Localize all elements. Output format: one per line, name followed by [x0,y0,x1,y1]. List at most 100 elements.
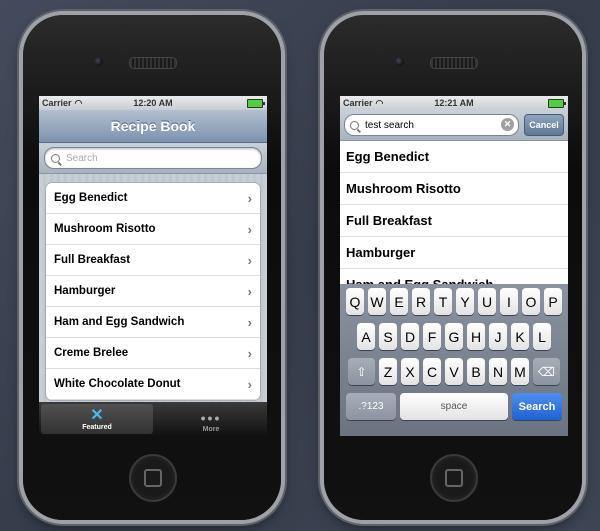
chevron-right-icon: › [247,252,252,268]
key-q[interactable]: Q [346,288,364,315]
chevron-right-icon: › [247,190,252,206]
status-time: 12:21 AM [434,98,474,108]
key-v[interactable]: V [445,358,463,385]
page-title: Recipe Book [110,118,196,134]
search-placeholder: Search [66,152,98,164]
list-item[interactable]: White Chocolate Donut › [46,369,260,400]
key-g[interactable]: G [445,323,463,350]
cancel-button[interactable]: Cancel [524,114,564,136]
key-u[interactable]: U [478,288,496,315]
list-item[interactable]: Creme Brelee › [46,338,260,369]
numbers-key[interactable]: .?123 [346,393,396,420]
key-l[interactable]: L [533,323,551,350]
nav-bar: Recipe Book [39,110,267,143]
key-b[interactable]: B [467,358,485,385]
tab-more[interactable]: ••• More [155,402,267,436]
key-c[interactable]: C [423,358,441,385]
key-h[interactable]: H [467,323,485,350]
list-item[interactable]: Mushroom Risotto › [46,214,260,245]
keyboard-row-1: QWERTYUIOP [342,288,566,315]
search-bar: Search [39,143,267,174]
key-z[interactable]: Z [379,358,397,385]
tab-more-label: More [202,426,220,433]
screen-right: Carrier ◠ 12:21 AM test search ✕ Cancel … [340,96,568,436]
key-a[interactable]: A [357,323,375,350]
clear-icon[interactable]: ✕ [501,118,514,131]
key-e[interactable]: E [390,288,408,315]
key-y[interactable]: Y [456,288,474,315]
list-item[interactable]: Hamburger › [46,276,260,307]
phone-right: Carrier ◠ 12:21 AM test search ✕ Cancel … [324,15,582,520]
recipe-list-container: Egg Benedict › Mushroom Risotto › Full Break… [39,174,267,417]
tab-featured[interactable]: ✕ Featured [41,404,153,434]
key-d[interactable]: D [401,323,419,350]
battery-icon [548,99,566,108]
carrier-label: Carrier [343,98,373,108]
list-item[interactable]: Full Breakfast [340,205,568,237]
keyboard-row-4: .?123 space Search [342,393,566,420]
key-n[interactable]: N [489,358,507,385]
keyboard-row-3: ⇧ ZXCVBNM ⌫ [342,358,566,385]
list-item-label: Hamburger [54,285,116,297]
chevron-right-icon: › [247,221,252,237]
wifi-icon: ◠ [375,97,384,108]
search-key[interactable]: Search [512,393,562,420]
chevron-right-icon: › [247,314,252,330]
search-input[interactable]: test search ✕ [344,114,519,136]
search-results-list: Egg Benedict Mushroom Risotto Full Breakfa… [340,141,568,301]
list-item[interactable]: Egg Benedict [340,141,568,173]
phone-left: Carrier ◠ 12:20 AM Recipe Book Search Eg… [23,15,281,520]
key-s[interactable]: S [379,323,397,350]
list-item-label: Ham and Egg Sandwich [54,316,185,328]
keyboard-row-2: ASDFGHJKL [342,323,566,350]
shift-key[interactable]: ⇧ [348,358,375,385]
search-icon [350,120,359,130]
key-f[interactable]: F [423,323,441,350]
list-item[interactable]: Hamburger [340,237,568,269]
list-item-label: Egg Benedict [54,192,128,204]
wifi-icon: ◠ [74,97,83,108]
search-bar: test search ✕ Cancel [340,110,568,141]
home-button[interactable] [430,454,478,502]
tab-featured-label: Featured [82,424,112,431]
search-input[interactable]: Search [44,147,262,169]
tab-bar: ✕ Featured ••• More [39,402,267,436]
key-k[interactable]: K [511,323,529,350]
key-i[interactable]: I [500,288,518,315]
recipe-list: Egg Benedict › Mushroom Risotto › Full Break… [45,182,261,401]
key-w[interactable]: W [368,288,386,315]
status-bar: Carrier ◠ 12:21 AM [340,96,568,110]
key-x[interactable]: X [401,358,419,385]
screen-left: Carrier ◠ 12:20 AM Recipe Book Search Eg… [39,96,267,436]
list-item-label: Full Breakfast [54,254,131,266]
list-item[interactable]: Full Breakfast › [46,245,260,276]
camera-icon [395,57,404,66]
camera-icon [94,57,103,66]
key-o[interactable]: O [522,288,540,315]
search-value: test search [365,119,414,131]
chevron-right-icon: › [247,345,252,361]
list-item-label: Mushroom Risotto [54,223,156,235]
speaker-grille [129,57,177,69]
battery-icon [247,99,265,108]
delete-key[interactable]: ⌫ [533,358,560,385]
list-item[interactable]: Egg Benedict › [46,183,260,214]
space-key[interactable]: space [400,393,508,420]
key-t[interactable]: T [434,288,452,315]
home-button[interactable] [129,454,177,502]
key-m[interactable]: M [511,358,529,385]
chevron-right-icon: › [247,283,252,299]
list-item[interactable]: Mushroom Risotto [340,173,568,205]
key-r[interactable]: R [412,288,430,315]
chevron-right-icon: › [247,376,252,392]
list-item-label: White Chocolate Donut [54,378,181,390]
key-j[interactable]: J [489,323,507,350]
featured-icon: ✕ [90,407,104,424]
list-item[interactable]: Ham and Egg Sandwich › [46,307,260,338]
carrier-label: Carrier [42,98,72,108]
more-icon: ••• [200,410,222,426]
status-time: 12:20 AM [133,98,173,108]
key-p[interactable]: P [544,288,562,315]
search-icon [51,153,60,163]
status-bar: Carrier ◠ 12:20 AM [39,96,267,110]
